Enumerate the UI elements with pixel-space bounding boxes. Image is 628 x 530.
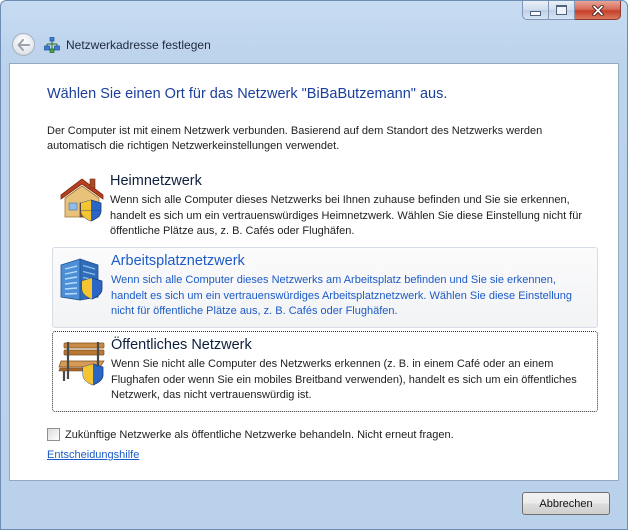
option-title: Heimnetzwerk bbox=[110, 173, 202, 189]
network-icon bbox=[44, 37, 60, 53]
decision-help-link[interactable]: Entscheidungshilfe bbox=[47, 449, 139, 461]
option-title: Arbeitsplatznetzwerk bbox=[111, 253, 245, 269]
public-default-checkbox-row[interactable]: Zukünftige Netzwerke als öffentliche Net… bbox=[47, 428, 454, 441]
option-work-network[interactable]: Arbeitsplatznetzwerk Wenn sich alle Comp… bbox=[52, 247, 598, 328]
home-icon bbox=[60, 178, 104, 222]
maximize-icon bbox=[556, 5, 567, 15]
maximize-button[interactable] bbox=[549, 1, 575, 20]
public-default-checkbox[interactable] bbox=[47, 428, 60, 441]
park-bench-icon bbox=[58, 342, 105, 386]
cancel-button[interactable]: Abbrechen bbox=[522, 492, 610, 515]
close-icon bbox=[591, 4, 604, 16]
minimize-button[interactable] bbox=[522, 1, 549, 20]
option-description: Wenn sich alle Computer dieses Netzwerks… bbox=[110, 194, 583, 237]
office-building-icon bbox=[60, 258, 103, 301]
content-panel: Wählen Sie einen Ort für das Netzwerk "B… bbox=[9, 63, 619, 481]
option-public-network[interactable]: Öffentliches Netzwerk Wenn Sie nicht all… bbox=[52, 331, 598, 412]
dialog-window: Netzwerkadresse festlegen Wählen Sie ein… bbox=[0, 0, 628, 530]
intro-text: Der Computer ist mit einem Netzwerk verb… bbox=[47, 125, 543, 152]
window-title: Netzwerkadresse festlegen bbox=[66, 38, 211, 52]
back-arrow-icon bbox=[17, 38, 30, 51]
option-description: Wenn sich alle Computer dieses Netzwerks… bbox=[111, 274, 573, 317]
close-button[interactable] bbox=[575, 1, 621, 20]
option-home-network[interactable]: Heimnetzwerk Wenn sich alle Computer die… bbox=[52, 168, 598, 249]
page-heading: Wählen Sie einen Ort für das Netzwerk "B… bbox=[47, 86, 448, 102]
caption-buttons bbox=[522, 1, 621, 20]
option-description: Wenn Sie nicht alle Computer des Netzwer… bbox=[111, 358, 577, 401]
minimize-icon bbox=[530, 10, 541, 16]
checkbox-label: Zukünftige Netzwerke als öffentliche Net… bbox=[65, 428, 454, 441]
option-title: Öffentliches Netzwerk bbox=[111, 337, 252, 353]
back-button[interactable] bbox=[12, 33, 35, 56]
